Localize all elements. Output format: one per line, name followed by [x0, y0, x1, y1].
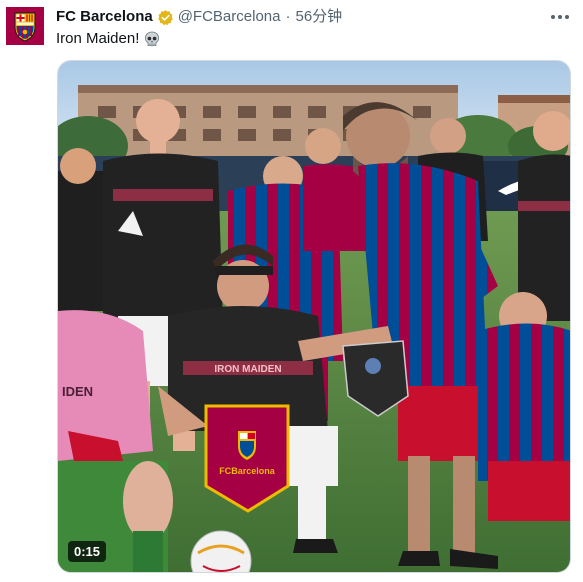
shirt-text: IRON MAIDEN: [214, 364, 281, 375]
video-duration-badge: 0:15: [68, 541, 107, 562]
video-player[interactable]: IDEN FCBarcelona IRON MAIDEN 0:15: [57, 60, 571, 573]
fcb-crest-icon: [6, 7, 44, 45]
keeper-shirt-text: IDEN: [62, 384, 93, 399]
verified-badge-icon: [157, 9, 174, 26]
avatar[interactable]: [6, 7, 44, 45]
separator-dot: ·: [285, 8, 291, 25]
tweet-header: FC Barcelona @FCBarcelona · 56分钟: [56, 8, 342, 26]
video-thumbnail: IDEN FCBarcelona IRON MAIDEN: [58, 61, 570, 572]
skull-icon: [144, 31, 160, 47]
tweet-card: FC Barcelona @FCBarcelona · 56分钟 Iron Ma…: [0, 0, 583, 582]
display-name[interactable]: FC Barcelona: [56, 8, 153, 26]
tweet-text-content: Iron Maiden!: [56, 30, 140, 47]
tweet-text: Iron Maiden!: [56, 30, 160, 48]
timestamp[interactable]: 56分钟: [295, 8, 342, 26]
handle[interactable]: @FCBarcelona: [178, 8, 281, 26]
more-options-icon[interactable]: [547, 6, 573, 28]
pennant-text: FCBarcelona: [219, 466, 276, 476]
